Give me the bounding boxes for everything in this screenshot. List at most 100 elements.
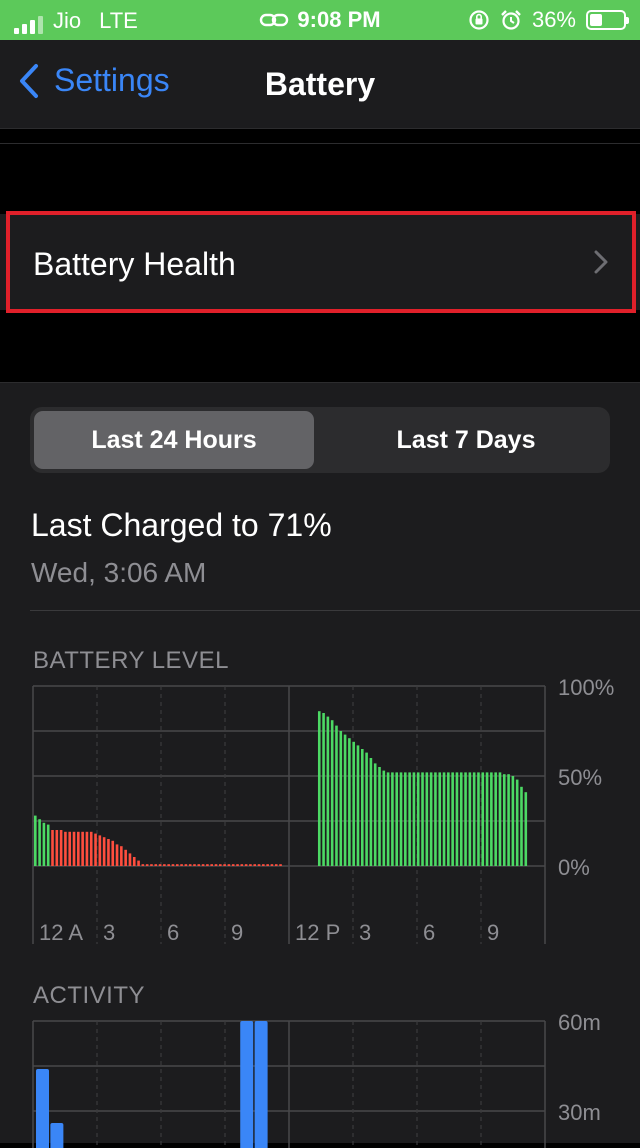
x-tick-label: 9 — [487, 920, 499, 945]
battery-level-bar — [137, 860, 140, 866]
battery-level-bar — [520, 786, 523, 866]
battery-level-bar — [429, 772, 433, 866]
battery-percent: 36% — [531, 7, 576, 32]
battery-level-bar — [163, 864, 166, 866]
battery-level-bar — [464, 772, 467, 866]
time-label: 9:08 PM — [297, 7, 381, 32]
page-title: Battery — [264, 66, 376, 102]
battery-level-bar — [515, 779, 519, 866]
battery-level-bar — [404, 772, 407, 866]
battery-level-bar — [249, 864, 252, 866]
battery-level-bar — [214, 864, 218, 866]
battery-icon — [586, 10, 629, 30]
battery-level-bar — [227, 864, 231, 866]
battery-level-bar — [365, 752, 368, 866]
usage-panel: Last 24 Hours Last 7 Days Last Charged t… — [0, 382, 640, 1148]
battery-level-bar — [348, 738, 351, 866]
battery-level-bar — [167, 864, 170, 866]
battery-level-bar — [98, 835, 102, 866]
battery-level-bar — [434, 772, 437, 866]
battery-level-bar — [154, 864, 158, 866]
battery-level-bar — [231, 864, 235, 866]
battery-level-bar — [378, 767, 381, 866]
battery-level-bar — [438, 772, 442, 866]
x-tick-label: 6 — [423, 920, 435, 945]
battery-level-bar — [51, 830, 54, 866]
battery-level-bar — [391, 772, 394, 866]
battery-level-bar — [416, 772, 420, 866]
battery-level-bar — [266, 864, 269, 866]
battery-level-bar — [317, 711, 321, 866]
battery-level-bar — [490, 772, 493, 866]
battery-level-bar — [38, 819, 41, 866]
battery-level-bar — [210, 864, 214, 866]
battery-level-bar — [352, 741, 355, 866]
battery-level-bar — [279, 864, 282, 866]
battery-level-bar — [262, 864, 265, 866]
highlight-box — [6, 211, 636, 313]
battery-level-bar — [382, 770, 386, 866]
status-right: 36% — [468, 7, 629, 33]
y-tick-label: 0% — [558, 855, 590, 880]
battery-level-bar — [507, 774, 510, 866]
battery-level-bar — [193, 864, 196, 866]
activity-chart: 60m 30m — [32, 1010, 601, 1148]
battery-level-bar — [180, 864, 183, 866]
status-bar: Jio LTE 9:08 PM 36% — [0, 0, 640, 40]
battery-level-bar — [128, 853, 132, 866]
battery-level-bar — [472, 772, 476, 866]
battery-level-bar — [395, 772, 399, 866]
battery-level-bar — [85, 831, 89, 866]
battery-level-bar — [451, 772, 454, 866]
battery-level-label: BATTERY LEVEL — [33, 647, 229, 674]
alarm-icon — [501, 10, 521, 30]
battery-level-bar — [141, 864, 145, 866]
battery-level-bar — [477, 772, 480, 866]
battery-level-chart: 100% 50% 0% 12 A 3 6 9 12 P 3 6 9 — [32, 675, 614, 945]
activity-bar — [36, 1069, 49, 1148]
last-charged-title: Last Charged to 71% — [31, 507, 332, 543]
battery-level-bar — [59, 830, 63, 866]
battery-level-bar — [322, 713, 325, 866]
battery-level-bar — [55, 830, 59, 866]
battery-level-bar — [447, 772, 450, 866]
battery-level-bar — [481, 772, 485, 866]
battery-level-bar — [257, 864, 261, 866]
battery-level-bar — [124, 849, 127, 866]
battery-level-bar — [42, 822, 46, 866]
battery-level-bar — [175, 864, 179, 866]
segment-last-7-days[interactable]: Last 7 Days — [326, 411, 606, 469]
battery-level-bar — [369, 758, 373, 866]
battery-level-bar — [494, 772, 497, 866]
battery-level-bar — [115, 844, 119, 866]
battery-level-bar — [158, 864, 162, 866]
battery-level-bar — [356, 745, 360, 866]
battery-level-bar — [206, 864, 209, 866]
activity-label: ACTIVITY — [33, 982, 146, 1009]
divider — [30, 610, 640, 611]
battery-level-bar — [373, 763, 377, 866]
battery-level-bar — [468, 772, 472, 866]
y-tick-label: 50% — [558, 765, 602, 790]
battery-level-bar — [89, 831, 93, 866]
battery-level-bar — [72, 831, 76, 866]
x-tick-label: 3 — [103, 920, 115, 945]
x-tick-label: 9 — [231, 920, 243, 945]
battery-level-bar — [399, 772, 403, 866]
battery-level-bar — [64, 831, 67, 866]
battery-level-bar — [111, 840, 115, 866]
x-tick-label: 6 — [167, 920, 179, 945]
battery-level-bar — [77, 831, 80, 866]
battery-level-bar — [94, 833, 97, 866]
battery-level-bar — [386, 772, 390, 866]
battery-level-bar — [343, 734, 347, 866]
battery-level-bar — [455, 772, 459, 866]
segment-last-24-hours[interactable]: Last 24 Hours — [34, 411, 314, 469]
battery-level-bar — [68, 831, 72, 866]
battery-level-bar — [502, 774, 506, 866]
rotation-lock-icon — [469, 10, 489, 30]
x-tick-label: 3 — [359, 920, 371, 945]
battery-level-bar — [421, 772, 424, 866]
battery-level-bar — [34, 815, 37, 866]
battery-level-bar — [171, 864, 175, 866]
